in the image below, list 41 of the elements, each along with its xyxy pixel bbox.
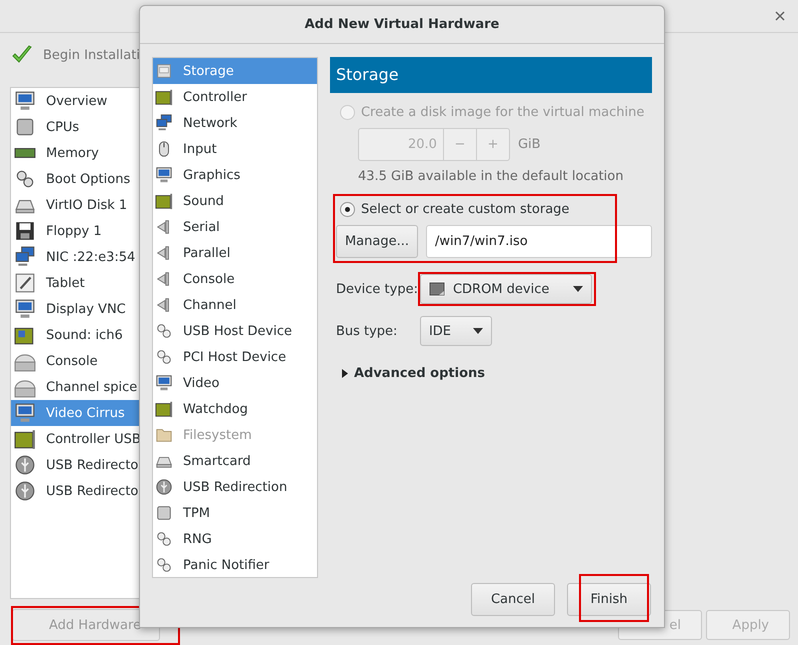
network-computers-icon: [14, 246, 36, 268]
checkmark-icon: [11, 45, 33, 65]
usb-icon: [155, 478, 173, 496]
expansion-card-icon: [14, 428, 36, 450]
path-field[interactable]: /win7/win7.iso: [426, 225, 652, 258]
dialog-title: Add New Virtual Hardware: [140, 6, 664, 44]
expansion-card-icon: [155, 400, 173, 418]
radio-button[interactable]: [340, 202, 355, 217]
monitor-icon: [155, 166, 173, 184]
bus-type-dropdown[interactable]: IDE: [420, 316, 492, 346]
chip-icon: [155, 504, 173, 522]
device-list-item[interactable]: RNG: [153, 526, 317, 552]
close-icon[interactable]: [775, 11, 785, 21]
manage-button[interactable]: Manage...: [336, 225, 418, 258]
bus-type-label: Bus type:: [336, 324, 398, 338]
finish-button[interactable]: Finish: [567, 583, 651, 616]
usb-icon: [14, 480, 36, 502]
begin-installation-label[interactable]: Begin Installati: [43, 48, 140, 62]
expansion-card-icon: [155, 88, 173, 106]
monitor-icon: [14, 402, 36, 424]
device-list-item[interactable]: Panic Notifier: [153, 552, 317, 578]
custom-storage-label[interactable]: Select or create custom storage: [360, 202, 570, 217]
folder-icon: [155, 426, 173, 444]
usb-icon: [14, 454, 36, 476]
monitor-icon: [14, 90, 36, 112]
expander-arrow-icon: [342, 369, 349, 378]
chip-icon: [14, 116, 36, 138]
monitor-icon: [14, 298, 36, 320]
cancel-button[interactable]: Cancel: [471, 583, 555, 616]
device-type-dropdown[interactable]: CDROM device: [420, 274, 592, 304]
caret-icon: [472, 328, 483, 334]
unit-label: GiB: [518, 137, 541, 152]
tablet-pen-icon: [14, 272, 36, 294]
expansion-card-icon: [155, 192, 173, 210]
available-space-note: 43.5 GiB available in the default location: [358, 169, 624, 184]
monitor-icon: [155, 374, 173, 392]
advanced-options-expander[interactable]: Advanced options: [342, 366, 652, 381]
panel-title: Storage: [330, 57, 652, 93]
network-computers-icon: [155, 114, 173, 132]
device-type-label: Device type:: [336, 282, 414, 296]
caret-icon: [572, 286, 583, 292]
